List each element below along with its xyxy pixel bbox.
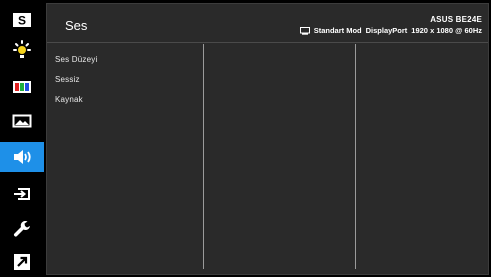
brightness-icon (13, 40, 31, 58)
menu-item-volume[interactable]: Ses Düzeyi (55, 54, 97, 74)
osd-main-panel: Ses ASUS BE24E Standart Mod DisplayPort … (46, 3, 489, 275)
column-divider-1 (203, 44, 204, 269)
svg-text:S: S (18, 14, 26, 28)
sound-submenu: Ses Düzeyi Sessiz Kaynak (55, 54, 97, 114)
status-bar: Standart Mod DisplayPort 1920 x 1080 @ 6… (299, 26, 482, 35)
system-setup-menu-button[interactable] (4, 215, 40, 243)
input-select-icon (14, 188, 30, 200)
wrench-system-icon (13, 220, 30, 237)
column-divider-2 (355, 44, 356, 269)
sound-icon (14, 150, 31, 164)
input-select-menu-button[interactable] (4, 180, 40, 208)
menu-item-mute[interactable]: Sessiz (55, 74, 97, 94)
blue-light-menu-button[interactable] (4, 37, 40, 65)
splendid-menu-button[interactable]: S (4, 6, 40, 34)
monitor-icon (299, 26, 310, 35)
color-menu-button[interactable] (4, 73, 40, 101)
status-mode: Standart Mod (313, 26, 362, 35)
image-icon (12, 114, 32, 128)
shortcut-menu-button[interactable] (4, 248, 40, 276)
sound-menu-button[interactable] (0, 142, 44, 172)
status-resolution: 1920 x 1080 @ 60Hz (411, 26, 482, 35)
page-title: Ses (65, 18, 88, 33)
color-bars-icon (13, 81, 31, 93)
s-splendid-icon: S (13, 13, 31, 28)
status-input: DisplayPort (365, 26, 408, 35)
image-menu-button[interactable] (4, 107, 40, 135)
osd-sidebar: S (0, 0, 44, 277)
header-divider (47, 42, 488, 43)
menu-item-source[interactable]: Kaynak (55, 94, 97, 114)
monitor-model: ASUS BE24E (430, 15, 482, 24)
shortcut-icon (14, 254, 30, 270)
